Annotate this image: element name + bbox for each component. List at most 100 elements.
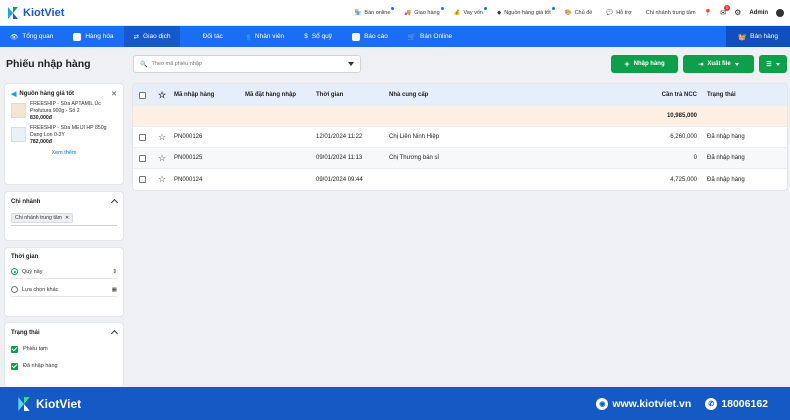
cell-payable: 4,725,000: [670, 176, 697, 183]
col-code[interactable]: Mã nhập hàng: [174, 92, 245, 98]
cell-time: 09/01/2024 11:13: [316, 155, 363, 161]
star-icon[interactable]: ☆: [150, 174, 174, 185]
footer-logo: KiotViet: [16, 396, 81, 412]
topnav-support[interactable]: 💬 Hỗ trợ: [606, 10, 631, 16]
cell-code: PN000125: [174, 155, 203, 161]
product-price: 782,000đ: [30, 139, 52, 145]
search-box[interactable]: 🔍: [133, 55, 361, 73]
nav-label: Báo cáo: [364, 33, 388, 40]
nav-reports[interactable]: Báo cáo: [342, 26, 398, 47]
nav-label: Đối tác: [202, 33, 223, 40]
chevron-up-icon[interactable]: [110, 198, 119, 207]
user-name[interactable]: Admin: [749, 10, 768, 16]
nav-online-sales[interactable]: 🛒 Bán Online: [398, 26, 462, 47]
col-status[interactable]: Trạng thái: [707, 92, 787, 98]
radio-unchecked[interactable]: [11, 286, 18, 293]
col-order[interactable]: Mã đặt hàng nhập: [245, 92, 316, 98]
row-checkbox[interactable]: [139, 176, 146, 183]
see-more-link[interactable]: Xem thêm: [5, 150, 123, 156]
footer-banner: KiotViet ◉ www.kiotviet.vn ✆ 18006162: [0, 387, 790, 420]
status-option-draft[interactable]: Phiếu tạm: [5, 342, 123, 356]
promo-title: Nguồn hàng giá tốt: [19, 91, 75, 97]
row-checkbox[interactable]: [139, 154, 146, 162]
table-row[interactable]: ☆ PN000125 09/01/2024 11:13 Chị Thương b…: [133, 148, 787, 169]
nav-cashbook[interactable]: $ Sổ quỹ: [294, 26, 342, 47]
list-icon: ☰: [766, 61, 772, 68]
search-input[interactable]: [151, 61, 344, 67]
col-time[interactable]: Thời gian: [316, 92, 389, 98]
brand-logo[interactable]: KiotViet: [6, 6, 64, 20]
select-all-checkbox[interactable]: [139, 91, 146, 99]
table-row[interactable]: ☆ PN000126 12/01/2024 11:22 Chị Liên Nin…: [133, 127, 787, 148]
time-option-quarter[interactable]: Quý này ⇕: [11, 265, 117, 279]
hotline-text: 18006162: [721, 397, 768, 410]
search-icon: 🔍: [140, 61, 148, 68]
promo-header: ◀ Nguồn hàng giá tốt ✕: [5, 84, 123, 98]
calendar-icon[interactable]: ▦: [112, 287, 117, 293]
nav-partners[interactable]: 👤 Đối tác: [180, 26, 232, 47]
topnav-delivery[interactable]: 🚚 Giao hàng: [404, 6, 444, 16]
topnav-label: Hỗ trợ: [616, 9, 632, 16]
truck-icon: 🚚: [404, 9, 412, 16]
col-payable[interactable]: Cần trả NCC: [539, 92, 707, 98]
nav-label: Bán Online: [420, 33, 453, 40]
chat-icon: 💬: [606, 9, 614, 16]
phone-icon: ✆: [705, 397, 718, 410]
divider: [11, 225, 117, 226]
fund-icon: $: [304, 33, 308, 40]
time-option-custom[interactable]: Lựa chọn khác ▦: [11, 283, 117, 297]
topnav-label: Chủ đề: [574, 9, 593, 16]
nav-transactions[interactable]: ⇄ Giao dịch: [123, 26, 181, 47]
topnav-good-sources[interactable]: ◆ Nguồn hàng giá tốt: [497, 6, 555, 16]
new-dot: [484, 6, 487, 10]
gear-icon[interactable]: ⚙: [734, 8, 741, 17]
star-icon[interactable]: ☆: [150, 90, 174, 101]
report-icon: [352, 32, 361, 41]
website-text: www.kiotviet.vn: [612, 397, 692, 410]
footer-website[interactable]: ◉ www.kiotviet.vn: [596, 397, 692, 410]
avatar[interactable]: [776, 8, 784, 17]
nav-products[interactable]: Hàng hóa: [63, 26, 123, 47]
import-button[interactable]: + Nhập hàng: [611, 55, 678, 73]
product-thumbnail: [11, 127, 26, 142]
sort-icon[interactable]: ⇕: [112, 269, 117, 275]
radio-checked[interactable]: [11, 268, 18, 275]
footer-hotline[interactable]: ✆ 18006162: [705, 397, 768, 410]
nav-label: Sổ quỹ: [311, 33, 333, 40]
nav-staff[interactable]: 👥 Nhân viên: [233, 26, 294, 47]
branch-chip[interactable]: Chi nhánh trung tâm ✕: [11, 213, 74, 223]
topnav-label: Nguồn hàng giá tốt: [504, 9, 551, 16]
close-icon[interactable]: ✕: [65, 215, 69, 221]
topnav-loan[interactable]: 💰 Vay vốn: [454, 6, 487, 16]
location-icon: 📍: [703, 9, 713, 17]
star-icon[interactable]: ☆: [150, 132, 174, 143]
topnav-online-sales[interactable]: 🏪 Bán online: [355, 6, 395, 16]
row-checkbox[interactable]: [139, 133, 146, 141]
promo-panel: ◀ Nguồn hàng giá tốt ✕ FREESHIP - Sữa APT…: [5, 84, 123, 184]
checkbox-checked[interactable]: [11, 345, 18, 353]
sell-button[interactable]: 🧺 Bán hàng: [726, 26, 790, 47]
status-option-imported[interactable]: Đã nhập hàng: [5, 359, 123, 373]
topnav-themes[interactable]: 🎨 Chủ đề: [565, 10, 593, 16]
checkbox-checked[interactable]: [11, 362, 18, 370]
table-row[interactable]: ☆ PN000124 09/01/2024 09:44 4,725,000 Đã…: [133, 169, 787, 190]
nav-overview[interactable]: 👁 Tổng quan: [0, 26, 63, 47]
promo-product[interactable]: FREESHIP - Sữa MEIJI HP 850g Dạng Lon 0-…: [5, 122, 123, 146]
time-filter-panel: Thời gian Quý này ⇕ Lựa chọn khác ▦: [5, 248, 123, 316]
cell-supplier: Chị Liên Ninh Hiệp: [389, 134, 440, 140]
promo-product[interactable]: FREESHIP - Sữa APTAMIL Úc Profutura 900g…: [5, 98, 123, 122]
nav-label: Nhân viên: [254, 33, 285, 40]
star-icon[interactable]: ☆: [150, 153, 174, 164]
chevron-down-icon: [775, 62, 780, 66]
col-supplier[interactable]: Nhà cung cấp: [389, 92, 539, 98]
basket-icon: 🧺: [738, 33, 747, 41]
mail-icon[interactable]: ✉ 1: [720, 4, 731, 17]
close-icon[interactable]: ✕: [111, 90, 117, 98]
branch-selector[interactable]: Chi nhánh trung tâm: [646, 10, 696, 16]
chevron-down-icon[interactable]: [348, 62, 354, 66]
topnav-label: Giao hàng: [414, 9, 440, 16]
export-button[interactable]: ⇥ Xuất file: [683, 55, 754, 73]
cell-code: PN000126: [174, 134, 203, 140]
columns-button[interactable]: ☰: [759, 55, 787, 73]
sell-label: Bán hàng: [750, 33, 778, 40]
